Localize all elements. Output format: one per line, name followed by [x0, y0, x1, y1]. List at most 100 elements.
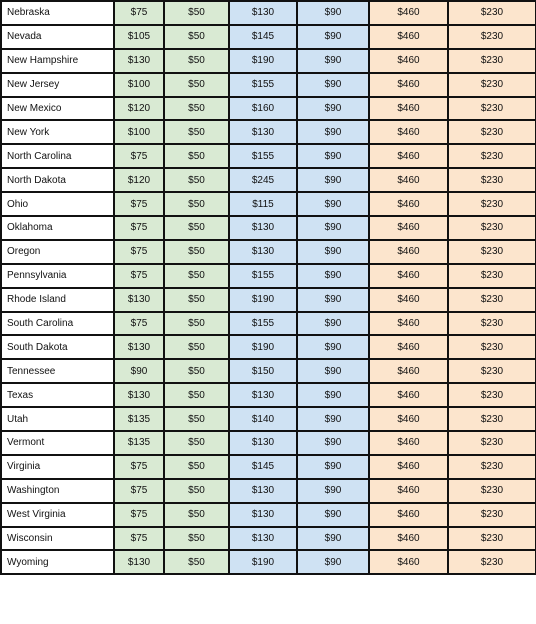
- fee-cell-green-1: $135: [113, 406, 165, 433]
- fee-cell-green-2: $50: [163, 95, 230, 122]
- fee-cell-orange-1: $460: [368, 286, 449, 313]
- fee-cell-blue-1: $190: [228, 286, 298, 313]
- fee-cell-orange-1: $460: [368, 334, 449, 361]
- fee-cell-orange-2: $230: [447, 47, 536, 74]
- table-row: Vermont $135 $50 $130 $90 $460 $230: [0, 430, 536, 456]
- fee-cell-orange-1: $460: [368, 430, 449, 456]
- table-row: South Dakota $130 $50 $190 $90 $460 $230: [0, 334, 536, 361]
- fee-cell-blue-1: $130: [228, 430, 298, 456]
- state-cell: New Hampshire: [0, 47, 115, 74]
- state-cell: Virginia: [0, 453, 115, 480]
- fee-cell-blue-1: $145: [228, 453, 298, 480]
- state-cell: South Carolina: [0, 310, 115, 337]
- fee-cell-green-1: $100: [113, 71, 165, 98]
- fee-cell-blue-2: $90: [296, 119, 370, 146]
- fee-cell-green-2: $50: [163, 47, 230, 74]
- fee-cell-blue-1: $115: [228, 191, 298, 218]
- fee-cell-green-2: $50: [163, 501, 230, 528]
- fee-cell-blue-2: $90: [296, 286, 370, 313]
- fee-cell-orange-2: $230: [447, 310, 536, 337]
- fee-cell-orange-1: $460: [368, 47, 449, 74]
- fee-cell-blue-1: $150: [228, 358, 298, 385]
- fee-cell-blue-2: $90: [296, 334, 370, 361]
- fee-cell-orange-2: $230: [447, 477, 536, 504]
- fee-cell-blue-1: $160: [228, 95, 298, 122]
- fee-cell-orange-1: $460: [368, 406, 449, 433]
- fee-cell-green-1: $90: [113, 358, 165, 385]
- fee-cell-blue-1: $190: [228, 549, 298, 576]
- fee-cell-orange-2: $230: [447, 358, 536, 385]
- fee-cell-green-1: $130: [113, 382, 165, 409]
- fee-cell-orange-1: $460: [368, 262, 449, 289]
- fee-cell-green-2: $50: [163, 525, 230, 552]
- fee-cell-green-1: $75: [113, 453, 165, 480]
- fee-cell-green-2: $50: [163, 430, 230, 456]
- fee-cell-blue-1: $130: [228, 119, 298, 146]
- table-row: Nevada $105 $50 $145 $90 $460 $230: [0, 23, 536, 50]
- table-row: Nebraska $75 $50 $130 $90 $460 $230: [0, 0, 536, 26]
- fee-cell-blue-2: $90: [296, 71, 370, 98]
- state-cell: Oregon: [0, 238, 115, 265]
- table-row: Oklahoma $75 $50 $130 $90 $460 $230: [0, 215, 536, 241]
- table-row: North Carolina $75 $50 $155 $90 $460 $230: [0, 143, 536, 170]
- fee-cell-orange-1: $460: [368, 71, 449, 98]
- fee-cell-green-2: $50: [163, 0, 230, 26]
- fee-cell-green-1: $130: [113, 286, 165, 313]
- fee-cell-green-1: $75: [113, 310, 165, 337]
- fee-cell-orange-2: $230: [447, 119, 536, 146]
- fee-cell-orange-2: $230: [447, 430, 536, 456]
- fee-cell-blue-2: $90: [296, 382, 370, 409]
- fee-cell-orange-1: $460: [368, 501, 449, 528]
- fee-cell-orange-1: $460: [368, 549, 449, 576]
- fee-cell-green-2: $50: [163, 71, 230, 98]
- fee-cell-green-1: $130: [113, 549, 165, 576]
- fee-cell-orange-2: $230: [447, 453, 536, 480]
- state-cell: North Carolina: [0, 143, 115, 170]
- fee-cell-orange-2: $230: [447, 71, 536, 98]
- state-cell: Utah: [0, 406, 115, 433]
- fee-cell-green-1: $130: [113, 334, 165, 361]
- fee-cell-blue-2: $90: [296, 310, 370, 337]
- state-cell: Rhode Island: [0, 286, 115, 313]
- fee-cell-green-2: $50: [163, 23, 230, 50]
- fee-cell-orange-2: $230: [447, 23, 536, 50]
- table-row: West Virginia $75 $50 $130 $90 $460 $230: [0, 501, 536, 528]
- fee-cell-green-2: $50: [163, 119, 230, 146]
- fee-cell-blue-2: $90: [296, 406, 370, 433]
- fee-cell-blue-1: $155: [228, 71, 298, 98]
- table-row: Washington $75 $50 $130 $90 $460 $230: [0, 477, 536, 504]
- table-row: Ohio $75 $50 $115 $90 $460 $230: [0, 191, 536, 218]
- fee-cell-green-2: $50: [163, 167, 230, 194]
- fee-cell-orange-1: $460: [368, 358, 449, 385]
- state-cell: Ohio: [0, 191, 115, 218]
- state-cell: Vermont: [0, 430, 115, 456]
- fee-cell-orange-2: $230: [447, 143, 536, 170]
- fee-cell-blue-1: $140: [228, 406, 298, 433]
- fee-cell-green-1: $75: [113, 262, 165, 289]
- table-row: Pennsylvania $75 $50 $155 $90 $460 $230: [0, 262, 536, 289]
- fee-cell-blue-1: $155: [228, 143, 298, 170]
- fee-cell-blue-2: $90: [296, 262, 370, 289]
- fee-cell-green-2: $50: [163, 262, 230, 289]
- fee-cell-blue-1: $130: [228, 525, 298, 552]
- fee-cell-orange-2: $230: [447, 191, 536, 218]
- fee-cell-green-1: $105: [113, 23, 165, 50]
- fee-cell-blue-1: $155: [228, 310, 298, 337]
- fee-cell-blue-1: $130: [228, 215, 298, 241]
- fee-cell-blue-2: $90: [296, 477, 370, 504]
- state-cell: North Dakota: [0, 167, 115, 194]
- fee-cell-orange-1: $460: [368, 119, 449, 146]
- fee-cell-orange-2: $230: [447, 382, 536, 409]
- table-row: Wisconsin $75 $50 $130 $90 $460 $230: [0, 525, 536, 552]
- state-cell: New Mexico: [0, 95, 115, 122]
- fee-cell-green-1: $75: [113, 215, 165, 241]
- table-row: New Mexico $120 $50 $160 $90 $460 $230: [0, 95, 536, 122]
- state-cell: Washington: [0, 477, 115, 504]
- fee-cell-orange-1: $460: [368, 453, 449, 480]
- fee-cell-blue-2: $90: [296, 143, 370, 170]
- fee-cell-green-2: $50: [163, 549, 230, 576]
- fee-cell-green-1: $75: [113, 238, 165, 265]
- table-row: Wyoming $130 $50 $190 $90 $460 $230: [0, 549, 536, 576]
- fee-cell-green-1: $75: [113, 477, 165, 504]
- fee-cell-green-2: $50: [163, 215, 230, 241]
